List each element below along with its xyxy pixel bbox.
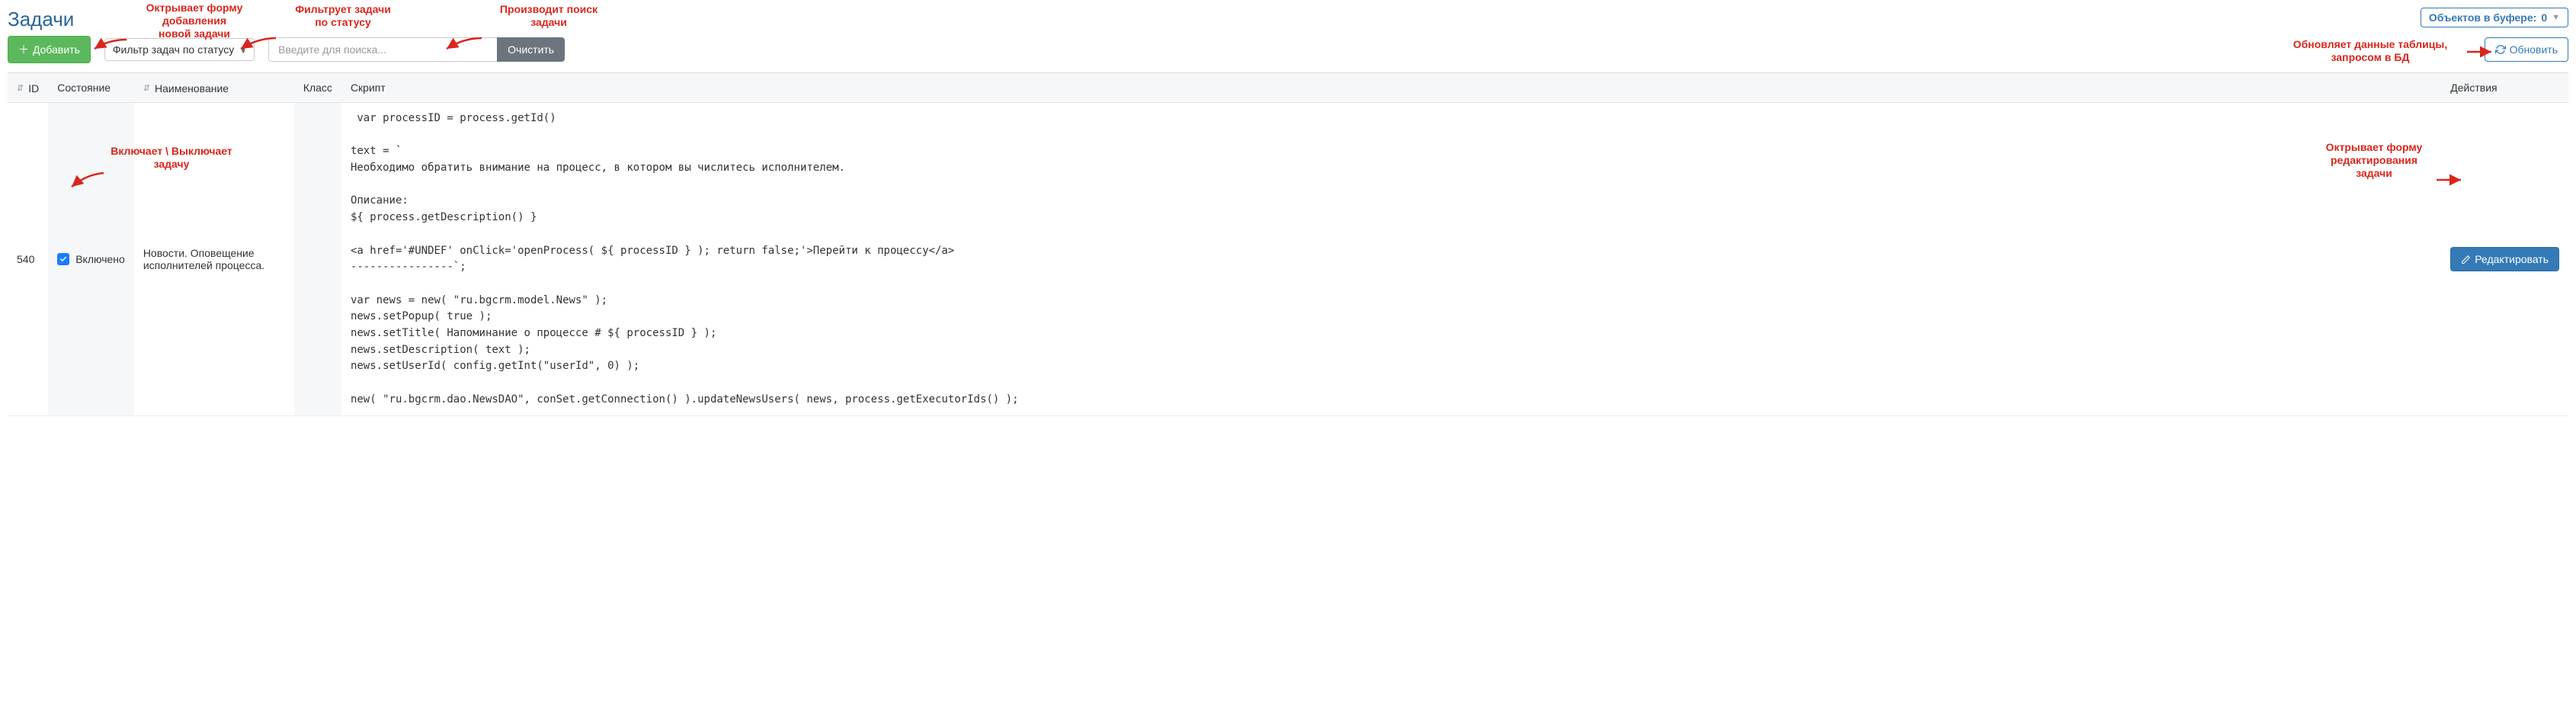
cell-id: 540	[8, 103, 48, 416]
table-row: 540 Включено Новости. Оповещение исполни…	[8, 103, 2568, 416]
sort-icon: ⇵	[143, 86, 150, 91]
buffer-label: Объектов в буфере:	[2429, 11, 2536, 24]
clear-button[interactable]: Очистить	[497, 37, 565, 62]
status-filter-label: Фильтр задач по статусу	[113, 43, 234, 56]
column-header-script: Скрипт	[341, 73, 2441, 103]
add-button-label: Добавить	[33, 43, 80, 56]
column-header-name[interactable]: ⇵Наименование	[134, 73, 294, 103]
column-header-id[interactable]: ⇵ID	[8, 73, 48, 103]
edit-button[interactable]: Редактировать	[2450, 247, 2559, 271]
pencil-icon	[2461, 255, 2471, 265]
cell-state-label: Включено	[75, 253, 125, 265]
refresh-icon	[2495, 44, 2506, 55]
select-arrows-icon: ▲▼	[240, 46, 246, 53]
status-filter-select[interactable]: Фильтр задач по статусу ▲▼	[104, 38, 255, 61]
enable-checkbox[interactable]	[57, 253, 69, 265]
buffer-indicator[interactable]: Объектов в буфере: 0 ▼	[2421, 8, 2568, 27]
refresh-button[interactable]: Обновить	[2485, 37, 2568, 62]
cell-script: var processID = process.getId() text = `…	[341, 103, 2441, 416]
column-header-class: Класс	[294, 73, 341, 103]
cell-class	[294, 103, 341, 416]
caret-down-icon: ▼	[2552, 13, 2560, 22]
buffer-count: 0	[2541, 11, 2547, 24]
page-title: Задачи	[8, 8, 74, 31]
edit-button-label: Редактировать	[2475, 253, 2549, 265]
refresh-button-label: Обновить	[2510, 43, 2558, 56]
add-button[interactable]: ＋ Добавить	[8, 36, 91, 63]
check-icon	[59, 255, 67, 263]
tasks-table: ⇵ID Состояние ⇵Наименование Класс Скрипт…	[8, 72, 2568, 416]
plus-icon: ＋	[18, 42, 29, 57]
column-header-state: Состояние	[48, 73, 134, 103]
sort-icon: ⇵	[17, 86, 24, 91]
column-header-actions: Действия	[2441, 73, 2568, 103]
search-input[interactable]	[268, 37, 497, 62]
cell-name: Новости. Оповещение исполнителей процесс…	[134, 103, 294, 416]
